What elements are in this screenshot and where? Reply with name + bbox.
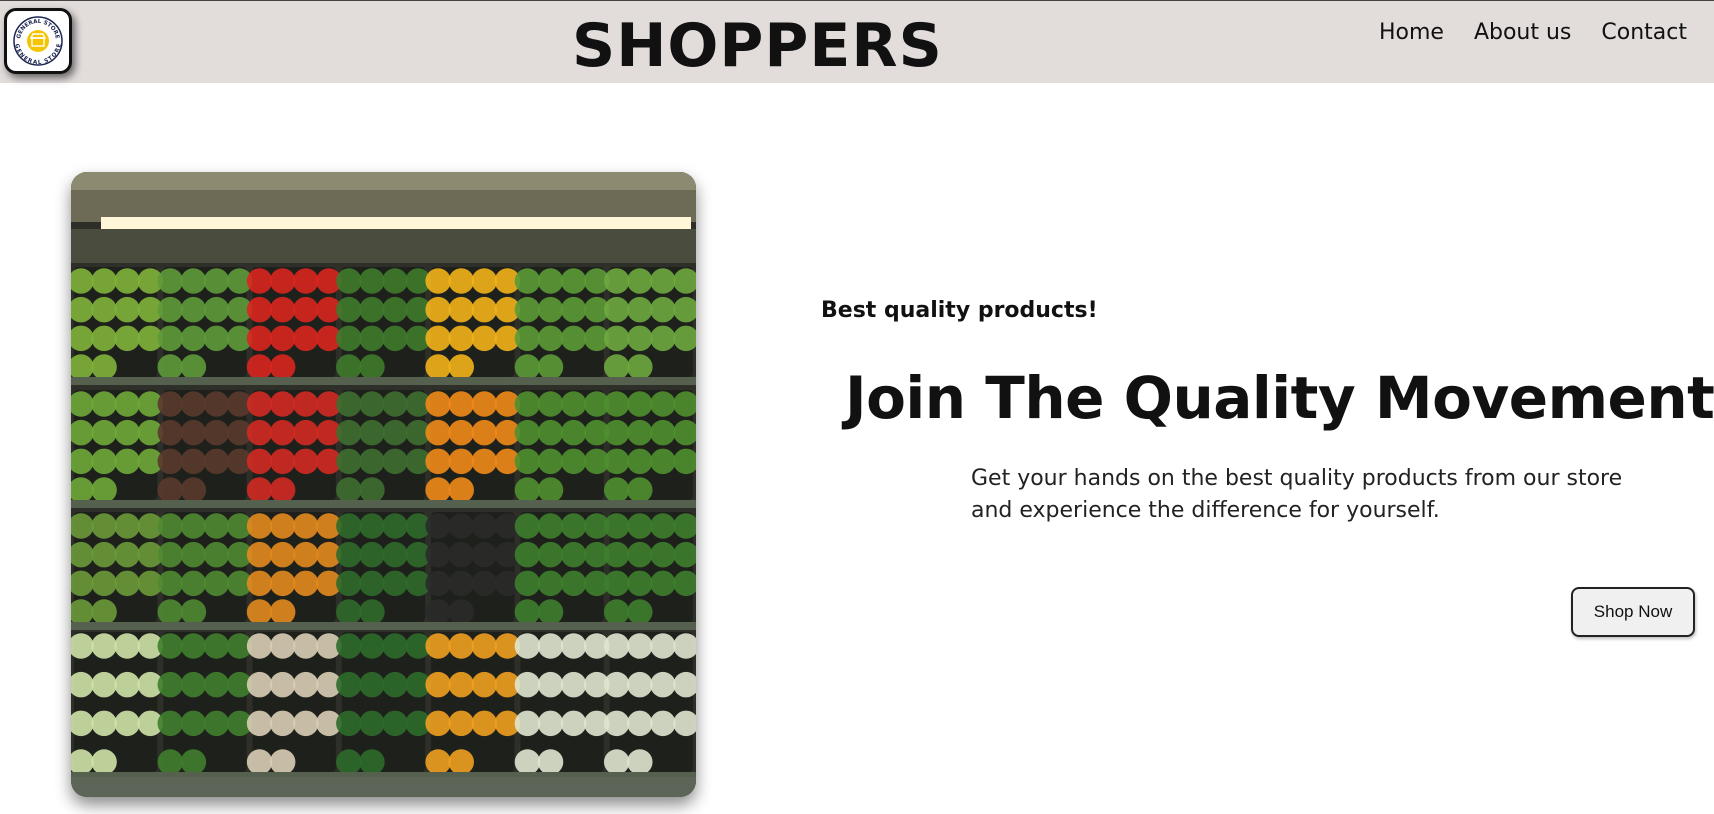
vegetable-shelves-image (71, 172, 696, 797)
hero-headline: Join The Quality Movement (845, 364, 1714, 432)
hero-image (71, 172, 696, 797)
brand-title: SHOPPERS (572, 11, 943, 81)
site-header: GENERAL STORE GENERAL STORE SHOPPERS Hom… (0, 0, 1714, 83)
nav-home-link[interactable]: Home (1379, 18, 1444, 48)
nav-contact-link[interactable]: Contact (1601, 18, 1687, 48)
main-nav: Home About us Contact (1379, 18, 1687, 48)
shop-now-button[interactable]: Shop Now (1571, 587, 1695, 637)
nav-about-link[interactable]: About us (1474, 18, 1571, 48)
store-badge-icon: GENERAL STORE GENERAL STORE (13, 16, 63, 66)
hero-description: Get your hands on the best quality produ… (971, 466, 1623, 523)
store-logo[interactable]: GENERAL STORE GENERAL STORE (4, 8, 72, 74)
hero-tagline: Best quality products! (821, 298, 1098, 323)
